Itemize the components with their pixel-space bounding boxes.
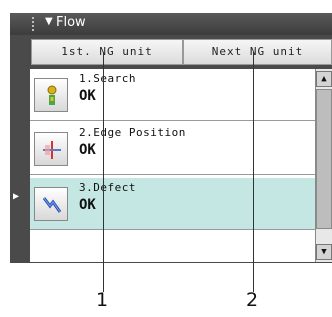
- collapse-arrow-icon[interactable]: ▼: [45, 16, 53, 27]
- vertical-scrollbar[interactable]: ▲ ▼: [315, 69, 332, 262]
- unit-status: OK: [79, 88, 96, 104]
- unit-name: 1.Search: [79, 72, 136, 85]
- callout-label-2: 2: [246, 289, 259, 311]
- next-ng-unit-button[interactable]: Next NG unit: [183, 39, 332, 65]
- search-unit-icon[interactable]: [34, 78, 68, 112]
- edge-position-icon[interactable]: [34, 132, 68, 166]
- flow-panel: ▼ Flow 1st. NG unit Next NG unit ▶ 1.Sea…: [10, 13, 332, 263]
- flow-title: Flow: [56, 15, 86, 30]
- unit-name: 2.Edge Position: [79, 126, 186, 139]
- list-item[interactable]: 2.Edge Position OK: [30, 123, 315, 175]
- callout-label-1: 1: [96, 289, 109, 311]
- defect-icon[interactable]: [34, 187, 68, 221]
- unit-status: OK: [79, 142, 96, 158]
- scroll-up-icon[interactable]: ▲: [316, 71, 332, 87]
- scroll-down-icon[interactable]: ▼: [316, 244, 332, 260]
- flow-header[interactable]: ▼ Flow: [10, 13, 332, 35]
- callout-line-1: [103, 52, 104, 292]
- scrollbar-thumb[interactable]: [316, 89, 332, 229]
- unit-list: 1.Search OK 2.Edge Position OK 3.Defect …: [30, 69, 315, 262]
- first-ng-unit-button[interactable]: 1st. NG unit: [31, 39, 183, 65]
- callout-line-2: [253, 52, 254, 292]
- drag-handle-icon[interactable]: [32, 17, 38, 31]
- unit-status: OK: [79, 197, 96, 213]
- unit-name: 3.Defect: [79, 181, 136, 194]
- current-unit-marker-icon: ▶: [13, 191, 20, 202]
- list-item[interactable]: 3.Defect OK: [30, 178, 315, 230]
- list-item[interactable]: 1.Search OK: [30, 69, 315, 121]
